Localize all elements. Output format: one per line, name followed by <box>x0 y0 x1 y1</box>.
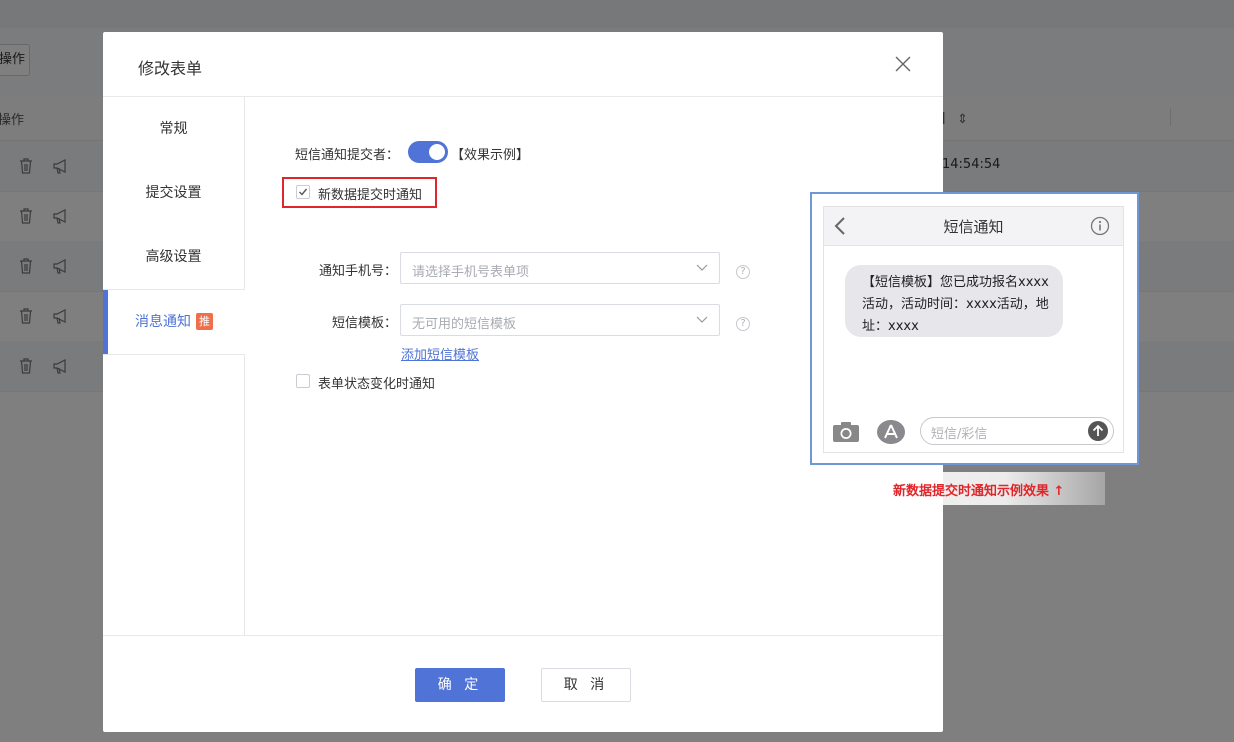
help-icon[interactable]: ? <box>736 265 750 279</box>
sms-input-placeholder: 短信/彩信 <box>931 427 988 442</box>
status-change-checkbox[interactable] <box>296 374 310 388</box>
nav-item-general[interactable]: 常规 <box>103 97 244 161</box>
template-select[interactable]: 无可用的短信模板 <box>400 304 720 336</box>
help-icon[interactable]: ? <box>736 317 750 331</box>
cancel-button[interactable]: 取 消 <box>541 668 631 702</box>
side-nav: 常规 提交设置 高级设置 消息通知推 <box>103 97 245 635</box>
confirm-button[interactable]: 确 定 <box>415 668 505 702</box>
sms-notify-toggle[interactable] <box>408 141 448 163</box>
chevron-down-icon <box>696 264 708 271</box>
active-indicator <box>103 290 108 354</box>
effect-example-link[interactable]: 【效果示例】 <box>451 144 529 163</box>
example-caption: 新数据提交时通知示例效果 ↑ <box>893 484 1065 499</box>
send-arrow-icon <box>1088 421 1108 441</box>
camera-icon <box>833 422 859 442</box>
phone-select-placeholder: 请选择手机号表单项 <box>412 265 530 280</box>
modal-header: 修改表单 <box>103 32 943 97</box>
recommend-badge: 推 <box>196 313 213 330</box>
new-data-checkbox[interactable] <box>296 185 310 199</box>
app-store-icon <box>877 420 905 444</box>
close-icon[interactable] <box>893 54 913 74</box>
phone-mockup: 短信通知 【短信模板】您已成功报名xxxx活动，活动时间：xxxx活动，地址：x… <box>823 206 1124 453</box>
toggle-knob <box>429 144 445 160</box>
sms-example-panel: 短信通知 【短信模板】您已成功报名xxxx活动，活动时间：xxxx活动，地址：x… <box>810 192 1139 465</box>
template-select-placeholder: 无可用的短信模板 <box>412 317 517 332</box>
sms-notify-label: 短信通知提交者： <box>295 148 400 163</box>
sms-message-bubble: 【短信模板】您已成功报名xxxx活动，活动时间：xxxx活动，地址：xxxx <box>845 265 1063 337</box>
nav-item-advanced-settings[interactable]: 高级设置 <box>103 225 244 289</box>
chevron-down-icon <box>696 316 708 323</box>
phone-select[interactable]: 请选择手机号表单项 <box>400 252 720 284</box>
phone-label: 通知手机号： <box>319 264 398 279</box>
nav-item-message-notify[interactable]: 消息通知推 <box>103 289 245 355</box>
sms-title: 短信通知 <box>943 218 1004 236</box>
sms-input: 短信/彩信 <box>920 417 1114 445</box>
check-icon <box>299 188 308 196</box>
nav-item-label: 消息通知 <box>135 314 191 330</box>
modal-footer: 确 定 取 消 <box>103 635 943 733</box>
add-template-link[interactable]: 添加短信模板 <box>401 344 479 363</box>
template-label: 短信模板： <box>332 316 398 331</box>
phone-header: 短信通知 <box>824 207 1123 246</box>
status-change-checkbox-label[interactable]: 表单状态变化时通知 <box>318 373 435 392</box>
modal-title: 修改表单 <box>138 59 203 78</box>
new-data-checkbox-label[interactable]: 新数据提交时通知 <box>318 184 422 203</box>
nav-item-submit-settings[interactable]: 提交设置 <box>103 161 244 225</box>
info-icon <box>1090 216 1110 236</box>
